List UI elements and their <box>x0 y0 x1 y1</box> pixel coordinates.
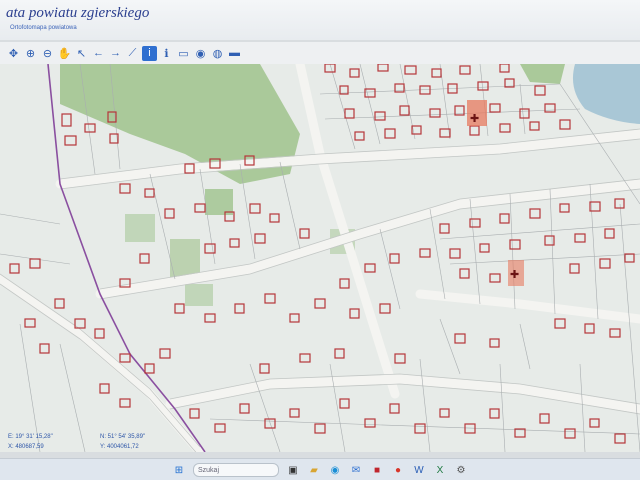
church-icon: ✚ <box>470 112 479 125</box>
info-alt-icon[interactable]: ℹ <box>159 46 174 61</box>
more-icon[interactable]: ▬ <box>227 46 242 61</box>
globe-icon[interactable]: ◉ <box>193 46 208 61</box>
taskbar: ⊞ Szukaj ▣ ▰ ◉ ✉ ■ ● W X ⚙ <box>0 458 640 480</box>
pan-icon[interactable]: ✥ <box>6 46 21 61</box>
coord-line: N: 51° 54' 35,89" <box>100 434 146 440</box>
zoom-in-icon[interactable]: ⊕ <box>23 46 38 61</box>
info-icon[interactable]: i <box>142 45 157 61</box>
zoom-out-icon[interactable]: ⊖ <box>40 46 55 61</box>
coordinates-panel-2: N: 51° 54' 35,89" Y: 4004061,72 <box>100 432 145 452</box>
mail-icon[interactable]: ✉ <box>349 463 363 477</box>
church-icon: ✚ <box>510 268 519 281</box>
settings-icon[interactable]: ⚙ <box>454 463 468 477</box>
back-icon[interactable]: ← <box>91 46 106 61</box>
screen: ata powiatu zgierskiego Ortofotomapa pow… <box>0 0 640 480</box>
chrome-icon[interactable]: ● <box>391 463 405 477</box>
hand-icon[interactable]: ✋ <box>57 46 72 61</box>
app-icon[interactable]: ■ <box>370 463 384 477</box>
coordinates-panel: E: 19° 31' 15,28" X: 480687,59 <box>8 432 53 452</box>
forward-icon[interactable]: → <box>108 46 123 61</box>
excel-icon[interactable]: X <box>433 463 447 477</box>
search-input[interactable]: Szukaj <box>193 463 279 477</box>
measure-icon[interactable]: ⟋ <box>125 46 140 61</box>
page-subtitle: Ortofotomapa powiatowa <box>10 25 77 31</box>
page-title: ata powiatu zgierskiego <box>6 5 150 21</box>
coord-line: Y: 4004061,72 <box>100 444 139 450</box>
map-viewport[interactable]: ✚ ✚ <box>0 59 640 458</box>
windows-start-icon[interactable]: ⊞ <box>172 463 186 477</box>
folder-icon[interactable]: ▰ <box>307 463 321 477</box>
green-patch <box>125 214 155 242</box>
coord-line: X: 480687,59 <box>8 444 44 450</box>
green-patch <box>185 284 213 306</box>
header-bar: ata powiatu zgierskiego Ortofotomapa pow… <box>0 0 640 40</box>
help-icon[interactable]: ◍ <box>210 46 225 61</box>
coord-line: E: 19° 31' 15,28" <box>8 434 53 440</box>
select-icon[interactable]: ↖ <box>74 46 89 61</box>
edge-icon[interactable]: ◉ <box>328 463 342 477</box>
print-icon[interactable]: ▭ <box>176 46 191 61</box>
task-view-icon[interactable]: ▣ <box>286 463 300 477</box>
map-toolbar: ✥ ⊕ ⊖ ✋ ↖ ← → ⟋ i ℹ ▭ ◉ ◍ ▬ <box>0 42 640 65</box>
green-patch <box>205 189 233 215</box>
word-icon[interactable]: W <box>412 463 426 477</box>
green-patch <box>170 239 200 277</box>
cadastral-map[interactable]: ✚ ✚ <box>0 59 640 458</box>
